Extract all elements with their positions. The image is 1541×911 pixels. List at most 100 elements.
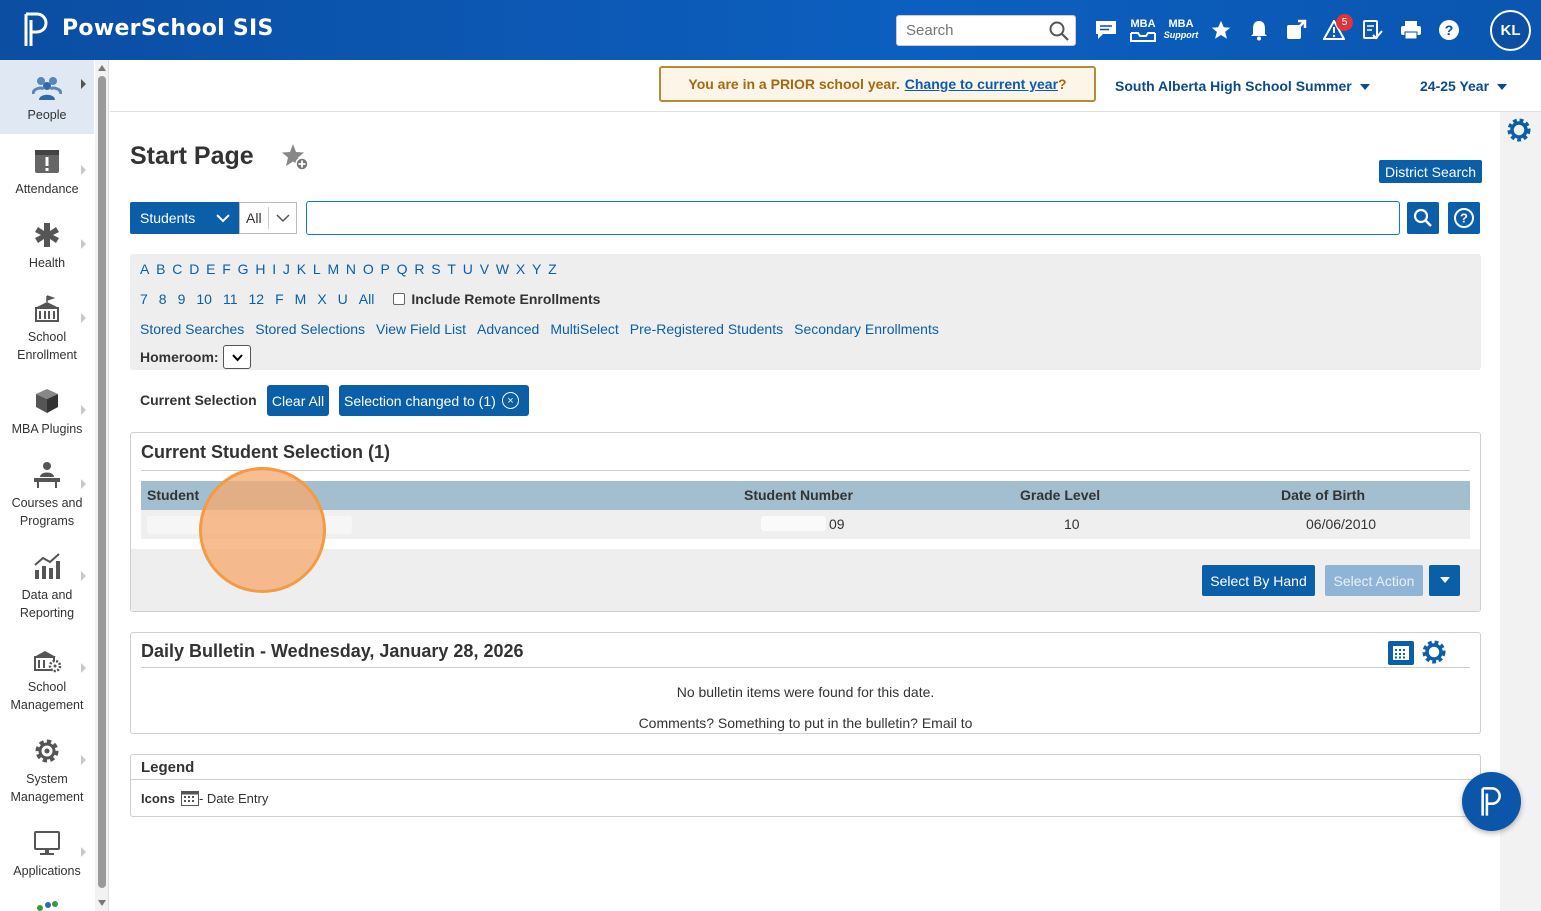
search-submit-button[interactable]: [1407, 202, 1439, 234]
favorite-add-star-icon[interactable]: [280, 142, 310, 172]
search-option-link[interactable]: Pre-Registered Students: [630, 321, 783, 337]
print-icon[interactable]: [1397, 16, 1425, 44]
student-search-input[interactable]: [306, 201, 1400, 235]
help-icon[interactable]: ?: [1435, 16, 1463, 44]
grade-filter-link[interactable]: 12: [249, 291, 265, 307]
powerschool-assistant-button[interactable]: [1462, 772, 1521, 831]
grade-filter-link[interactable]: 9: [178, 291, 186, 307]
letter-filter-link[interactable]: I: [272, 261, 276, 277]
col-student[interactable]: Student: [147, 487, 199, 503]
letter-filter-link[interactable]: F: [222, 261, 231, 277]
bulletin-calendar-button[interactable]: [1388, 641, 1414, 665]
letter-filter-link[interactable]: Y: [532, 261, 541, 277]
nav-scroll-thumb[interactable]: [98, 76, 106, 888]
search-option-link[interactable]: Stored Selections: [255, 321, 365, 337]
page-settings-gear-icon[interactable]: [1505, 116, 1533, 144]
letter-filter-link[interactable]: M: [327, 261, 339, 277]
nav-item-mba-plugins[interactable]: MBA Plugins: [0, 386, 94, 452]
grade-filter-link[interactable]: M: [295, 291, 307, 307]
notifications-bell-icon[interactable]: [1245, 16, 1273, 44]
homeroom-select[interactable]: [222, 345, 251, 369]
letter-filter-link[interactable]: H: [255, 261, 265, 277]
close-icon[interactable]: ×: [502, 392, 519, 409]
messages-icon[interactable]: [1092, 16, 1120, 44]
select-by-hand-button[interactable]: Select By Hand: [1202, 565, 1315, 596]
nav-item-system-management[interactable]: System Management: [0, 736, 94, 820]
clear-all-button[interactable]: Clear All: [267, 385, 329, 416]
search-option-link[interactable]: View Field List: [376, 321, 466, 337]
search-icon[interactable]: [1049, 21, 1069, 41]
nav-item-people[interactable]: People: [0, 60, 94, 134]
powerschool-logo-icon[interactable]: [22, 10, 52, 50]
mba-label: MBA: [1130, 17, 1156, 30]
letter-filter-link[interactable]: E: [206, 261, 215, 277]
user-avatar[interactable]: KL: [1490, 10, 1531, 51]
letter-filter-link[interactable]: A: [140, 261, 149, 277]
letter-filter-link[interactable]: R: [414, 261, 424, 277]
letter-filter-link[interactable]: U: [463, 261, 473, 277]
letter-filter-link[interactable]: S: [431, 261, 440, 277]
grade-filter-link[interactable]: 7: [140, 291, 148, 307]
letter-filter-link[interactable]: B: [156, 261, 165, 277]
letter-filter-link[interactable]: J: [283, 261, 290, 277]
school-selector[interactable]: South Alberta High School Summer: [1115, 78, 1370, 94]
letter-filter-link[interactable]: Q: [397, 261, 408, 277]
nav-item-school-management[interactable]: School Management: [0, 644, 94, 728]
nav-item-health[interactable]: Health: [0, 220, 94, 286]
col-date-of-birth[interactable]: Date of Birth: [1281, 487, 1365, 503]
document-check-icon[interactable]: [1358, 16, 1386, 44]
col-grade-level[interactable]: Grade Level: [1020, 487, 1100, 503]
select-action-dropdown[interactable]: [1429, 565, 1460, 596]
nav-item-school-enrollment[interactable]: School Enrollment: [0, 294, 94, 378]
letter-filter-link[interactable]: V: [480, 261, 489, 277]
search-option-link[interactable]: Secondary Enrollments: [794, 321, 939, 337]
grade-filter-link[interactable]: U: [338, 291, 348, 307]
letter-filter-link[interactable]: N: [346, 261, 356, 277]
global-search-input[interactable]: [897, 16, 1037, 45]
letter-filter-link[interactable]: W: [496, 261, 509, 277]
grade-filter-link[interactable]: F: [275, 291, 284, 307]
bulletin-settings-gear-icon[interactable]: [1420, 638, 1448, 666]
grade-filter-link[interactable]: 11: [223, 291, 238, 307]
scope-dropdown[interactable]: All: [239, 202, 297, 234]
letter-filter-link[interactable]: O: [363, 261, 374, 277]
letter-filter-link[interactable]: L: [313, 261, 321, 277]
health-icon: [35, 223, 59, 247]
letter-filter-link[interactable]: K: [297, 261, 306, 277]
global-search[interactable]: [896, 15, 1076, 46]
year-selector[interactable]: 24-25 Year: [1420, 78, 1508, 94]
col-student-number[interactable]: Student Number: [744, 487, 853, 503]
table-row[interactable]: 09 10 06/06/2010: [141, 510, 1470, 539]
external-link-icon[interactable]: [1282, 16, 1310, 44]
letter-filter-link[interactable]: P: [381, 261, 390, 277]
mba-support-icon[interactable]: MBA Support: [1164, 16, 1199, 44]
include-remote-checkbox[interactable]: [393, 293, 406, 305]
district-search-button[interactable]: District Search: [1379, 160, 1483, 183]
letter-filter-link[interactable]: Z: [548, 261, 557, 277]
nav-item-applications[interactable]: Applications: [0, 828, 94, 894]
nav-item-courses-programs[interactable]: Courses and Programs: [0, 460, 94, 544]
grade-filter-link[interactable]: X: [317, 291, 326, 307]
grade-filter-link[interactable]: 8: [159, 291, 167, 307]
letter-filter-link[interactable]: D: [189, 261, 199, 277]
search-help-button[interactable]: ?: [1448, 202, 1480, 234]
favorites-star-icon[interactable]: [1207, 16, 1235, 44]
mba-icon[interactable]: MBA: [1128, 16, 1158, 44]
letter-filter-link[interactable]: X: [516, 261, 525, 277]
search-option-link[interactable]: Stored Searches: [140, 321, 244, 337]
nav-item-data-reporting[interactable]: Data and Reporting: [0, 552, 94, 636]
nav-item-attendance[interactable]: Attendance: [0, 146, 94, 212]
select-action-button[interactable]: Select Action: [1325, 565, 1423, 596]
search-option-link[interactable]: Advanced: [477, 321, 539, 337]
letter-filter-link[interactable]: T: [447, 261, 456, 277]
grade-filter-link[interactable]: All: [359, 291, 375, 307]
selection-changed-chip[interactable]: Selection changed to (1) ×: [339, 385, 529, 416]
change-year-link[interactable]: Change to current year: [905, 76, 1058, 92]
nav-scrollbar[interactable]: [95, 60, 109, 911]
search-type-dropdown[interactable]: Students: [130, 202, 239, 234]
letter-filter-link[interactable]: G: [238, 261, 249, 277]
grade-filter-link[interactable]: 10: [196, 291, 212, 307]
letter-filter-link[interactable]: C: [172, 261, 182, 277]
app-brand[interactable]: PowerSchool SIS: [62, 16, 274, 41]
search-option-link[interactable]: MultiSelect: [550, 321, 618, 337]
